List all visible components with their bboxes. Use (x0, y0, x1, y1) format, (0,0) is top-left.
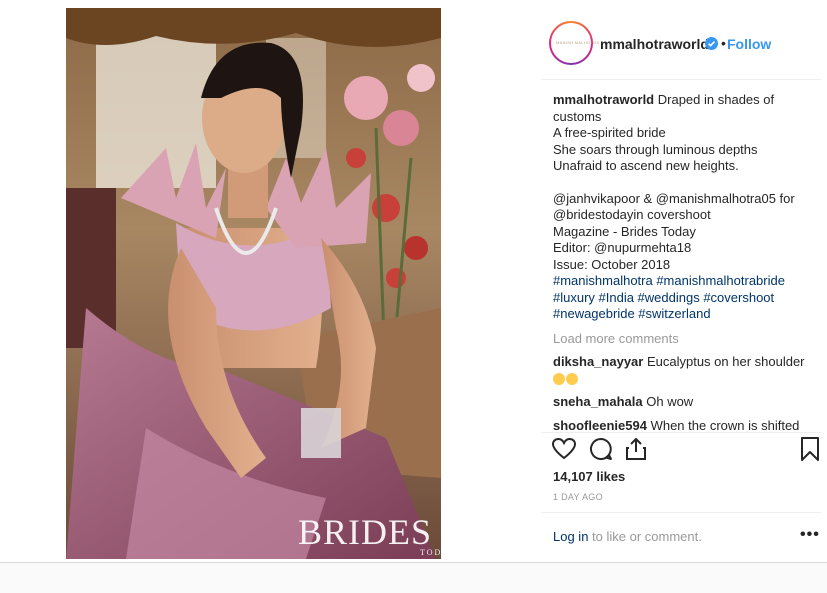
divider (541, 432, 821, 433)
comment-item: diksha_nayyar Eucalyptus on her shoulder (553, 354, 819, 387)
comment-item: shoofleenie594 When the crown is shifted (553, 418, 819, 433)
instagram-post: BRIDES TODAY MANISH MALHOTRA mmalhotrawo… (0, 0, 827, 563)
caption-credits: Editor: @nupurmehta18 (553, 240, 692, 255)
magazine-logo: BRIDES (298, 512, 433, 552)
avatar[interactable]: MANISH MALHOTRA (549, 21, 599, 65)
magazine-logo-sub: TODAY (420, 548, 441, 557)
comment-username-link[interactable]: diksha_nayyar (553, 354, 643, 369)
header-separator: • (721, 35, 726, 51)
bookmark-icon[interactable] (797, 436, 823, 462)
bride-photo-illustration (66, 8, 441, 559)
login-prompt-text: to like or comment. (588, 529, 702, 544)
divider (541, 512, 821, 513)
post-photo[interactable]: BRIDES TODAY (66, 8, 441, 559)
caption-username-link[interactable]: mmalhotraworld (553, 92, 654, 107)
action-bar (551, 436, 821, 468)
caption-credits: Magazine - Brides Today (553, 223, 696, 239)
caption-text: customs (553, 108, 602, 124)
more-options-button[interactable]: ••• (800, 526, 820, 544)
post-timestamp[interactable]: 1 DAY AGO (553, 492, 603, 502)
emoji-icon (553, 372, 565, 385)
caption-text: Unafraid to ascend new heights. (553, 158, 739, 173)
likes-count[interactable]: 14,107 likes (553, 469, 625, 484)
username-link[interactable]: mmalhotraworld (600, 36, 709, 52)
heart-icon[interactable] (551, 436, 577, 462)
follow-button[interactable]: Follow (727, 36, 771, 52)
comments-list: mmalhotraworld Draped in shades of custo… (553, 92, 819, 432)
share-icon[interactable] (623, 436, 649, 462)
comment-text: When the crown is shifted (650, 417, 800, 433)
caption-credits: @janhvikapoor & @manishmalhotra05 for (553, 190, 795, 206)
comment-text: Eucalyptus on her shoulder (646, 354, 805, 369)
comment-text: Oh wow (646, 394, 694, 409)
avatar-logo-text: MANISH MALHOTRA (556, 40, 600, 45)
comment-username-link[interactable]: sneha_mahala (553, 394, 643, 409)
avatar-image: MANISH MALHOTRA (551, 23, 599, 63)
load-more-comments-button[interactable]: Load more comments (553, 331, 819, 348)
caption-first-line: mmalhotraworld Draped in shades of (553, 92, 819, 109)
caption-hashtags[interactable]: #newagebride #switzerland (553, 306, 819, 323)
caption-text: Draped in shades of (657, 92, 775, 107)
post-side-panel: MANISH MALHOTRA mmalhotraworld • Follow … (541, 8, 827, 559)
emoji-icon (566, 372, 578, 385)
comment-icon[interactable] (588, 436, 614, 462)
login-link[interactable]: Log in (553, 529, 588, 544)
caption-hashtags[interactable]: #luxury #India #weddings #covershoot (553, 290, 819, 307)
comment-username-link[interactable]: shoofleenie594 (553, 418, 647, 433)
verified-badge-icon (705, 37, 718, 50)
caption-hashtags[interactable]: #manishmalhotra #manishmalhotrabride (553, 273, 819, 290)
login-prompt: Log in to like or comment. (553, 529, 702, 544)
caption-credits: @bridestodayin covershoot (553, 207, 711, 222)
post-header: MANISH MALHOTRA mmalhotraworld • Follow (541, 8, 821, 80)
caption-credits: Issue: October 2018 (553, 256, 671, 272)
caption-text: A free-spirited bride (553, 125, 666, 140)
comment-item: sneha_mahala Oh wow (553, 394, 819, 411)
caption-text: She soars through luminous depths (553, 141, 758, 157)
